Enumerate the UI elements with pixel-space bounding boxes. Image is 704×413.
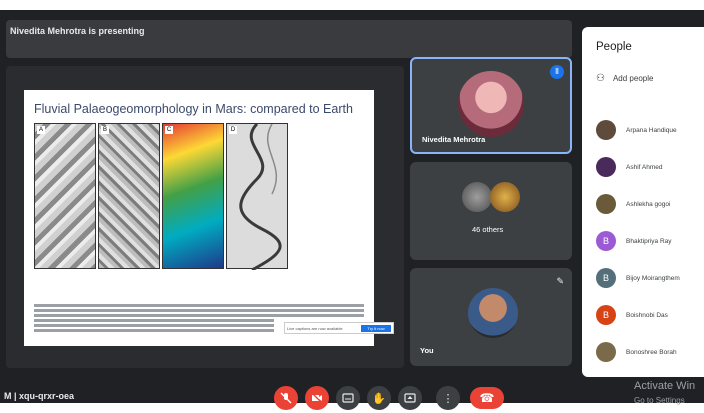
participant-avatar: B <box>596 268 616 288</box>
participant-avatar: B <box>596 305 616 325</box>
captions-try-button[interactable]: Try it now <box>361 325 391 332</box>
raise-hand-icon[interactable]: ✋ <box>367 386 391 410</box>
add-person-icon: ⚇ <box>596 73 605 84</box>
presenting-banner: Nivedita Mehrotra is presenting <box>6 20 572 58</box>
participant-row[interactable]: B Bhaktipriya Ray <box>596 230 672 252</box>
participant-row[interactable]: Ashif Ahmed <box>596 156 663 178</box>
captions-icon[interactable] <box>336 386 360 410</box>
other-participant-avatar <box>490 182 520 212</box>
presenter-name: Nivedita Mehrotra <box>422 135 486 144</box>
river-meander-drawing <box>239 122 282 272</box>
participant-name: Ashif Ahmed <box>626 163 663 171</box>
slide-panel-a: A <box>34 123 96 269</box>
present-icon[interactable] <box>398 386 422 410</box>
caption-line <box>34 309 364 312</box>
other-participant-avatar <box>462 182 492 212</box>
people-title: People <box>596 41 632 53</box>
presentation-slide: Fluvial Palaeogeomorphology in Mars: com… <box>24 90 394 346</box>
participant-row[interactable]: Arpana Handique <box>596 119 677 141</box>
participant-name: Bonoshree Borah <box>626 348 677 356</box>
slide-panel-c: C <box>162 123 224 269</box>
slide-panel-d: D <box>226 122 288 272</box>
captions-prompt: Live captions are now available Try it n… <box>284 322 394 334</box>
caption-line <box>34 319 274 322</box>
activate-windows-text: Activate Win <box>634 380 696 392</box>
add-people-button[interactable]: ⚇ Add people <box>596 73 653 84</box>
presenter-avatar <box>458 71 524 137</box>
end-call-icon[interactable]: ☎ <box>470 387 504 409</box>
add-people-label: Add people <box>612 74 654 83</box>
meet-window: Nivedita Mehrotra is presenting Fluvial … <box>0 10 704 410</box>
presentation-stage[interactable]: Fluvial Palaeogeomorphology in Mars: com… <box>6 66 404 368</box>
panel-label-b: B <box>101 126 109 134</box>
mic-off-icon[interactable] <box>274 386 298 410</box>
panel-label-a: A <box>37 126 45 134</box>
participant-avatar <box>596 342 616 362</box>
self-avatar <box>468 288 518 338</box>
captions-prompt-text: Live captions are now available <box>287 326 343 331</box>
meeting-code: M | xqu-qrxr-oea <box>4 391 75 401</box>
participant-name: Arpana Handique <box>626 126 677 134</box>
people-panel: People ⚇ Add people Arpana Handique Ashif… <box>582 27 704 377</box>
panel-label-c: C <box>165 126 173 134</box>
others-count: 46 others <box>472 225 504 234</box>
bottom-bar: M | xqu-qrxr-oea ✋ ⋮ ☎ Activate Win Go t… <box>0 380 704 413</box>
participant-avatar <box>596 157 616 177</box>
more-options-icon[interactable]: ⋮ <box>436 386 460 410</box>
presenting-banner-text: Nivedita Mehrotra is presenting <box>10 26 145 36</box>
participant-name: Boishnobi Das <box>626 311 668 319</box>
participant-name: Bijoy Moirangthem <box>626 274 680 282</box>
caption-line <box>34 324 274 327</box>
camera-off-icon[interactable] <box>305 386 329 410</box>
participant-row[interactable]: Ashlekha gogoi <box>596 193 670 215</box>
participant-avatar <box>596 120 616 140</box>
caption-line <box>34 304 364 307</box>
slide-title: Fluvial Palaeogeomorphology in Mars: com… <box>34 102 353 116</box>
participant-row[interactable]: Bonoshree Borah <box>596 341 677 363</box>
others-tile[interactable]: 46 others <box>410 162 572 260</box>
self-tile[interactable]: ✎ You <box>410 268 572 366</box>
participant-name: Bhaktipriya Ray <box>626 237 672 245</box>
panel-label-d: D <box>229 126 237 134</box>
caption-line <box>34 314 364 317</box>
participant-row[interactable]: B Bijoy Moirangthem <box>596 267 680 289</box>
participant-row[interactable]: B Boishnobi Das <box>596 304 668 326</box>
presenter-tile[interactable]: ⦀ Nivedita Mehrotra <box>410 57 572 154</box>
caption-line <box>34 329 274 332</box>
participant-name: Ashlekha gogoi <box>626 200 671 208</box>
slide-panel-b: B <box>98 123 160 269</box>
participant-avatar <box>596 194 616 214</box>
self-label: You <box>420 346 434 355</box>
participant-avatar: B <box>596 231 616 251</box>
pin-icon[interactable]: ✎ <box>556 276 564 287</box>
go-to-settings-text: Go to Settings <box>634 396 685 405</box>
speaking-indicator-icon: ⦀ <box>550 65 564 79</box>
